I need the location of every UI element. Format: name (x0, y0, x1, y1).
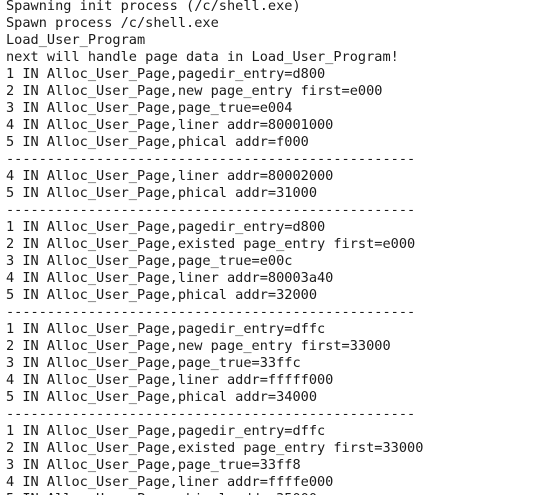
console-line: 2 IN Alloc_User_Page,new page_entry firs… (6, 83, 383, 99)
console-line: ----------------------------------------… (6, 151, 416, 167)
console-line: 5 IN Alloc_User_Page,phical addr=f000 (6, 134, 309, 150)
console-line: 4 IN Alloc_User_Page,liner addr=80002000 (6, 168, 334, 184)
console-line: 2 IN Alloc_User_Page,existed page_entry … (6, 440, 424, 456)
console-line: 4 IN Alloc_User_Page,liner addr=80003a40 (6, 270, 334, 286)
console-line: ----------------------------------------… (6, 202, 416, 218)
console-line: 3 IN Alloc_User_Page,page_true=e00c (6, 253, 293, 269)
console-line: 5 IN Alloc_User_Page,phical addr=32000 (6, 287, 317, 303)
console-line: 4 IN Alloc_User_Page,liner addr=80001000 (6, 117, 334, 133)
console-line: 4 IN Alloc_User_Page,liner addr=ffffe000 (6, 474, 334, 490)
console-line: ----------------------------------------… (6, 304, 416, 320)
console-line: 5 IN Alloc_User_Page,phical addr=31000 (6, 185, 317, 201)
console-line: Load_User_Program (6, 32, 146, 48)
console-line: ----------------------------------------… (6, 406, 416, 422)
console-line: 3 IN Alloc_User_Page,page_true=e004 (6, 100, 293, 116)
console-line: Spawn process /c/shell.exe (6, 15, 219, 31)
console-output: Spawning init process (/c/shell.exe) Spaw… (6, 0, 545, 495)
console-line: 2 IN Alloc_User_Page,new page_entry firs… (6, 338, 391, 354)
console-line: 1 IN Alloc_User_Page,pagedir_entry=d800 (6, 219, 326, 235)
console-line: 1 IN Alloc_User_Page,pagedir_entry=dffc (6, 321, 326, 337)
console-line: 1 IN Alloc_User_Page,pagedir_entry=dffc (6, 423, 326, 439)
console-line: 3 IN Alloc_User_Page,page_true=33ffc (6, 355, 301, 371)
console-line: 1 IN Alloc_User_Page,pagedir_entry=d800 (6, 66, 326, 82)
console-line: 3 IN Alloc_User_Page,page_true=33ff8 (6, 457, 301, 473)
console-line: 2 IN Alloc_User_Page,existed page_entry … (6, 236, 416, 252)
console-line: Spawning init process (/c/shell.exe) (6, 0, 301, 14)
console-line: next will handle page data in Load_User_… (6, 49, 399, 65)
console-line: 5 IN Alloc_User_Page,phical addr=35000 (6, 491, 545, 495)
console-line: 4 IN Alloc_User_Page,liner addr=fffff000 (6, 372, 334, 388)
console-line: 5 IN Alloc_User_Page,phical addr=34000 (6, 389, 317, 405)
